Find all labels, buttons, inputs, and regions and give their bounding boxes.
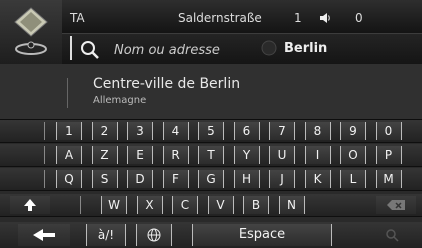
search-bar: Nom ou adresse Berlin	[62, 33, 422, 65]
volume-level: 1	[294, 11, 302, 25]
symbols-key[interactable]: à/!	[86, 224, 126, 246]
key-l[interactable]: L	[340, 170, 366, 188]
key-i[interactable]: I	[304, 146, 331, 164]
key-9[interactable]: 9	[340, 122, 366, 140]
language-key[interactable]	[136, 224, 172, 246]
keyboard-row-top: AZERTYUIOP	[0, 144, 422, 167]
key-x[interactable]: X	[136, 196, 163, 214]
key-o[interactable]: O	[340, 146, 366, 164]
key-f[interactable]: F	[162, 170, 189, 188]
globe-icon	[261, 40, 277, 56]
on-screen-keyboard: 1234567890 AZERTYUIOP QSDFGHJKLM WXCVBN …	[0, 120, 422, 248]
key-5[interactable]: 5	[198, 122, 224, 140]
key-j[interactable]: J	[269, 170, 295, 188]
magnifier-icon	[81, 41, 99, 59]
key-q[interactable]: Q	[56, 170, 82, 188]
key-k[interactable]: K	[304, 170, 331, 188]
status-left-text: TA	[70, 11, 85, 25]
key-0[interactable]: 0	[375, 122, 402, 140]
key-t[interactable]: T	[198, 146, 224, 164]
key-m[interactable]: M	[375, 170, 402, 188]
key-h[interactable]: H	[233, 170, 260, 188]
city-selector[interactable]: Berlin	[284, 41, 327, 56]
map-pin-icon	[14, 7, 48, 55]
key-b[interactable]: B	[243, 196, 269, 214]
key-6[interactable]: 6	[233, 122, 260, 140]
key-z[interactable]: Z	[91, 146, 118, 164]
space-key[interactable]: Espace	[192, 224, 332, 246]
search-key[interactable]	[370, 224, 414, 246]
status-bar: TA Saldernstraße 1 0	[62, 0, 422, 33]
backspace-key[interactable]	[376, 196, 416, 214]
key-y[interactable]: Y	[233, 146, 260, 164]
backspace-icon	[387, 200, 405, 210]
key-7[interactable]: 7	[269, 122, 295, 140]
key-3[interactable]: 3	[127, 122, 153, 140]
keyboard-row-middle: QSDFGHJKLM	[0, 168, 422, 191]
key-4[interactable]: 4	[162, 122, 189, 140]
key-e[interactable]: E	[127, 146, 153, 164]
search-input[interactable]: Nom ou adresse	[70, 36, 250, 60]
key-2[interactable]: 2	[91, 122, 118, 140]
navigation-screen: TA Saldernstraße 1 0 Nom ou adresse Berl…	[0, 0, 422, 248]
key-p[interactable]: P	[375, 146, 402, 164]
shift-key[interactable]	[10, 196, 50, 214]
back-key[interactable]	[18, 224, 70, 246]
result-title: Centre-ville de Berlin	[93, 76, 241, 92]
key-1[interactable]: 1	[56, 122, 82, 140]
key-a[interactable]: A	[56, 146, 82, 164]
keyboard-row-actions: à/! Espace	[0, 222, 422, 248]
result-subtitle: Allemagne	[93, 95, 147, 106]
key-v[interactable]: V	[207, 196, 234, 214]
results-list: Centre-ville de Berlin Allemagne	[0, 64, 422, 120]
search-placeholder: Nom ou adresse	[114, 43, 220, 58]
arrow-left-icon	[33, 229, 55, 241]
key-n[interactable]: N	[278, 196, 305, 214]
globe-icon	[147, 228, 161, 242]
key-r[interactable]: R	[162, 146, 189, 164]
current-street: Saldernstraße	[178, 11, 262, 25]
key-d[interactable]: D	[127, 170, 153, 188]
key-u[interactable]: U	[269, 146, 295, 164]
keyboard-row-bottom: WXCVBN	[0, 194, 422, 217]
magnifier-icon	[386, 229, 399, 242]
app-logo[interactable]	[0, 0, 63, 64]
key-8[interactable]: 8	[304, 122, 331, 140]
key-c[interactable]: C	[172, 196, 198, 214]
speaker-icon[interactable]	[319, 12, 331, 26]
list-item[interactable]: Centre-ville de Berlin Allemagne	[67, 76, 422, 108]
arrow-up-icon	[24, 199, 36, 211]
keyboard-row-numbers: 1234567890	[0, 120, 422, 143]
key-w[interactable]: W	[101, 196, 127, 214]
key-g[interactable]: G	[198, 170, 224, 188]
status-counter: 0	[355, 11, 363, 25]
key-s[interactable]: S	[91, 170, 118, 188]
